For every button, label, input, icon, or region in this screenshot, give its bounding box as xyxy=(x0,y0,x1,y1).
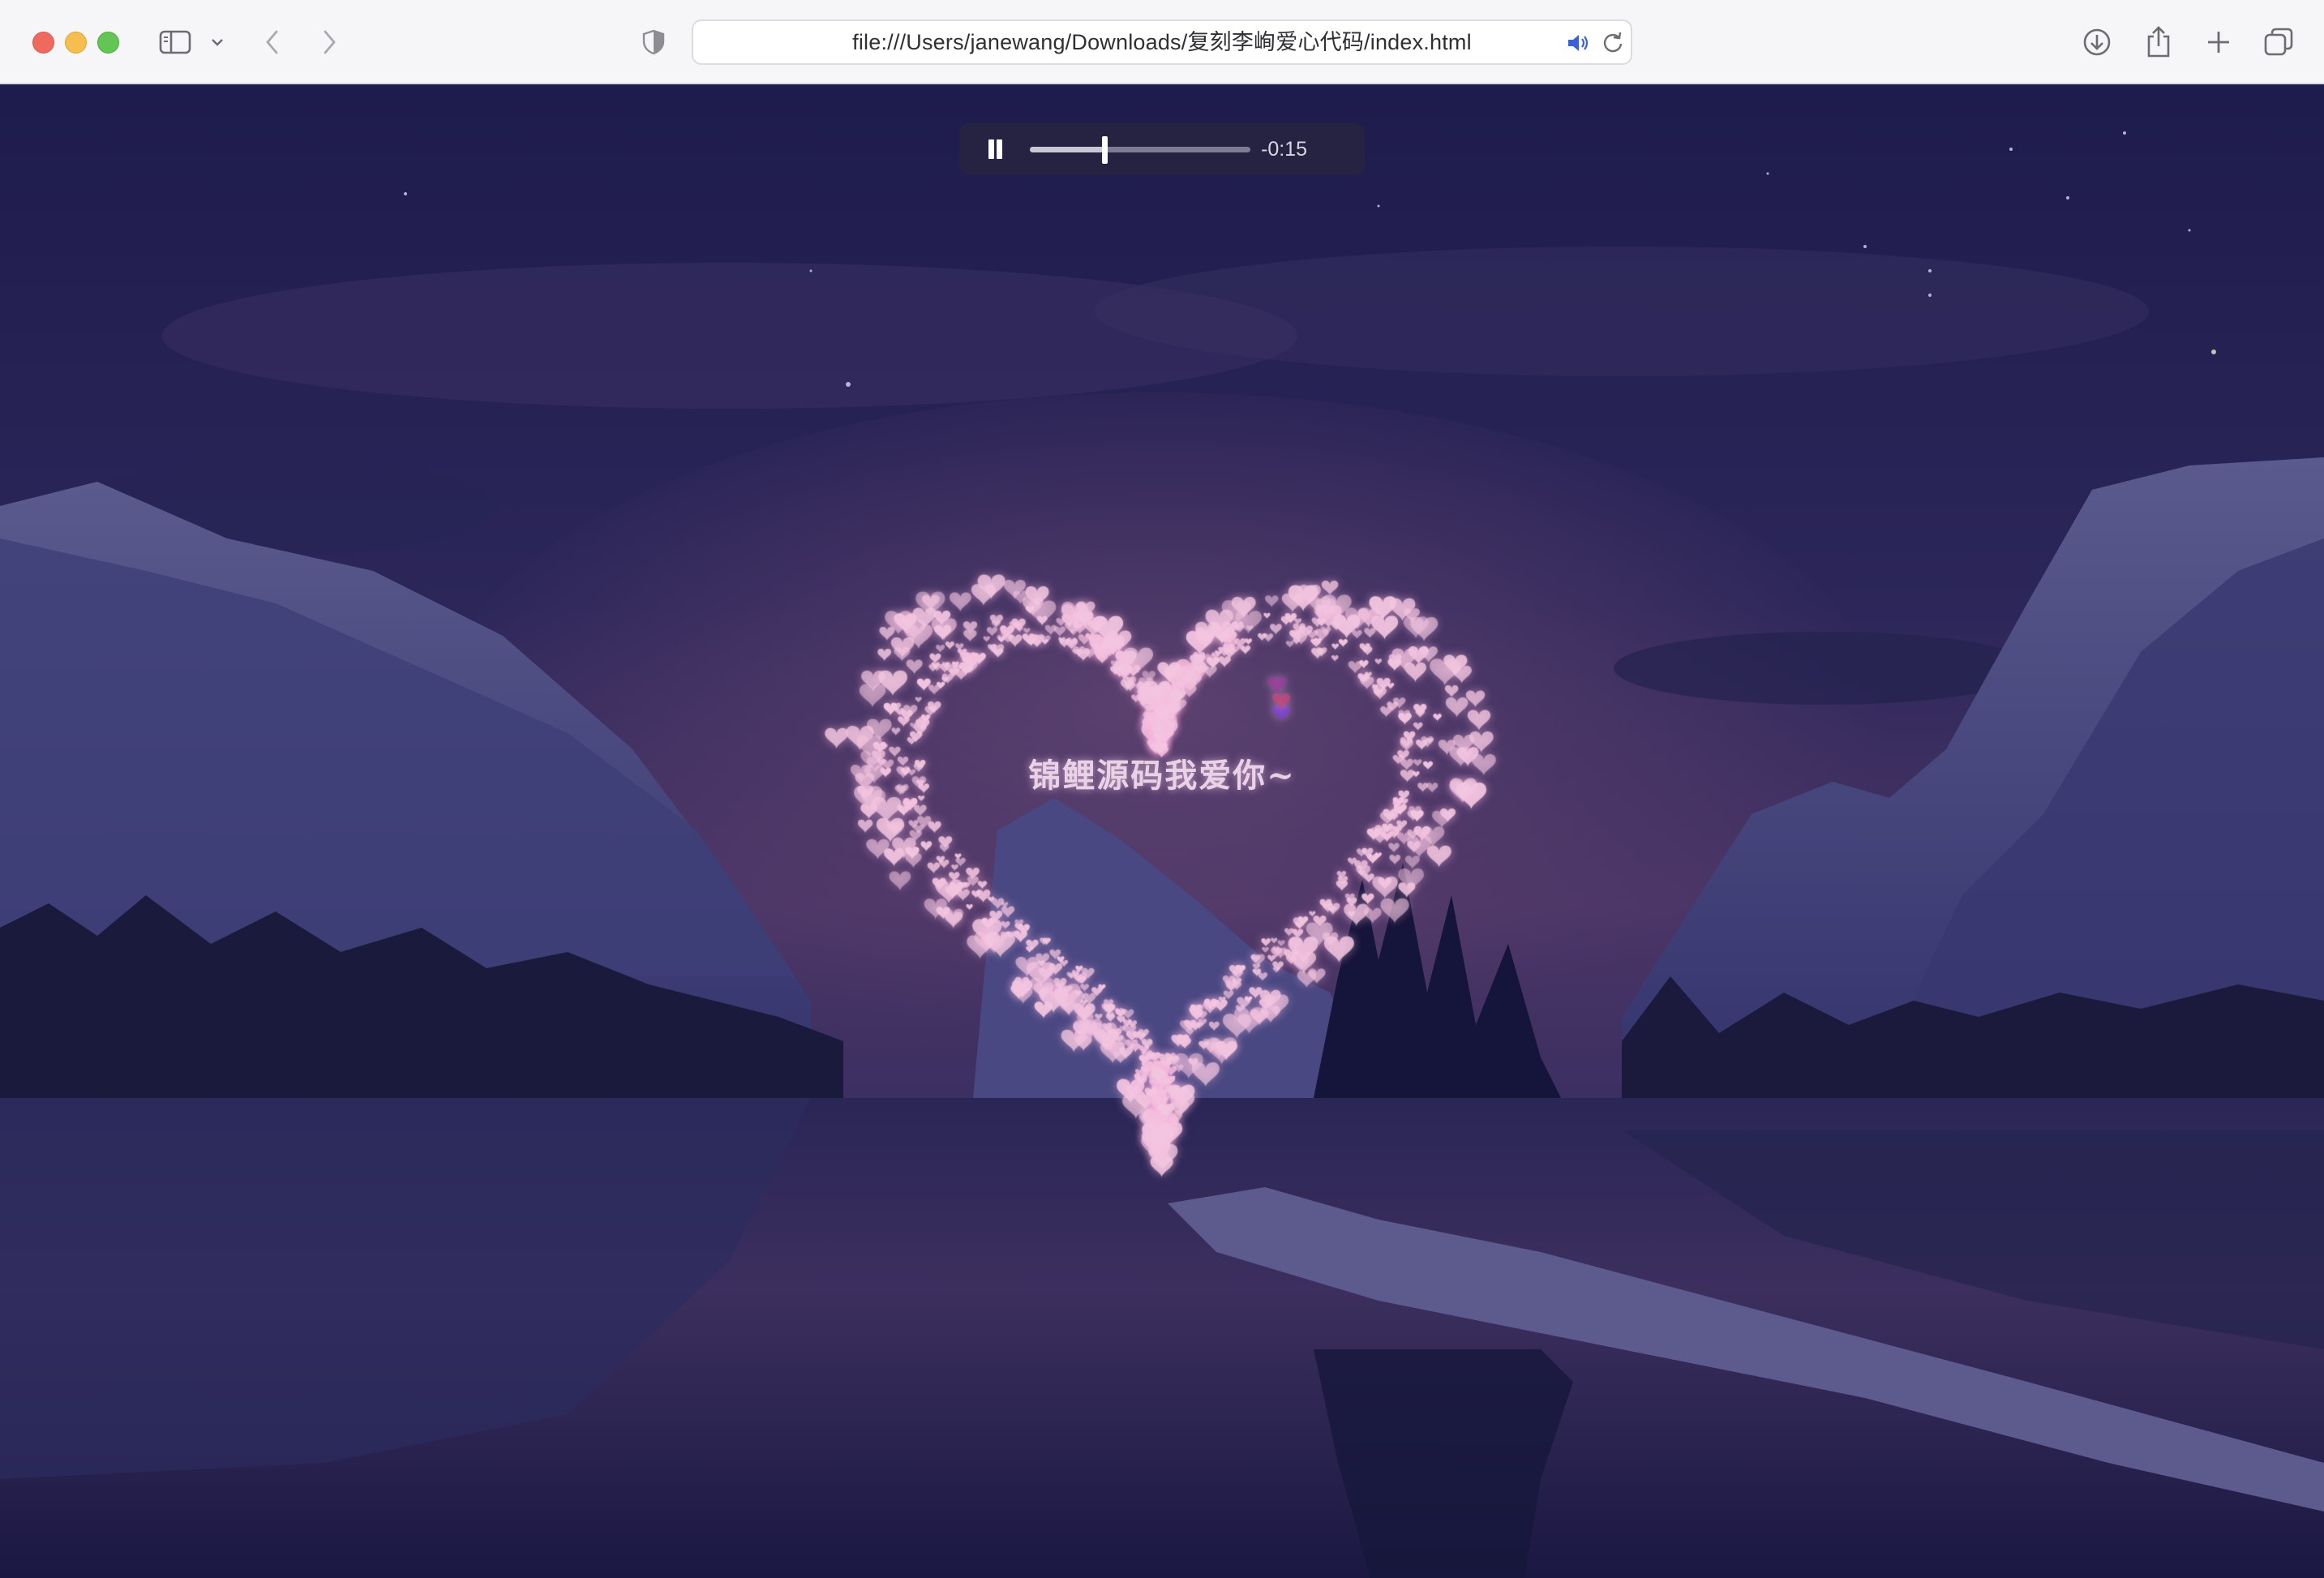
shield-icon xyxy=(642,29,665,55)
download-icon xyxy=(2083,28,2111,56)
progress-slider[interactable] xyxy=(1030,136,1250,164)
sidebar-menu-button[interactable] xyxy=(208,19,227,65)
sidebar-icon xyxy=(159,30,191,54)
zoom-window-button[interactable] xyxy=(97,32,119,54)
forward-icon xyxy=(324,30,336,54)
love-message: 锦鲤源码我爱你~ xyxy=(1028,757,1296,795)
tab-overview-button[interactable] xyxy=(2261,19,2296,65)
progress-fill xyxy=(1030,147,1105,152)
reload-icon[interactable] xyxy=(1602,31,1624,55)
pause-icon xyxy=(988,139,994,159)
sidebar-toggle-button[interactable] xyxy=(156,19,195,65)
speaker-icon[interactable] xyxy=(1566,31,1592,55)
chevron-down-icon xyxy=(212,39,223,46)
privacy-report-button[interactable] xyxy=(637,19,670,65)
close-window-button[interactable] xyxy=(32,32,54,54)
browser-toolbar: file:///Users/janewang/Downloads/复刻李峋爱心代… xyxy=(0,0,2324,84)
progress-thumb[interactable] xyxy=(1102,136,1108,164)
downloads-button[interactable] xyxy=(2079,19,2115,65)
plus-icon xyxy=(2208,32,2229,53)
share-button[interactable] xyxy=(2141,19,2176,65)
address-bar[interactable]: file:///Users/janewang/Downloads/复刻李峋爱心代… xyxy=(692,19,1632,65)
forward-button[interactable] xyxy=(315,19,344,65)
time-remaining: -0:15 xyxy=(1261,138,1307,161)
tabs-icon xyxy=(2264,28,2293,56)
minimize-window-button[interactable] xyxy=(65,32,87,54)
back-button[interactable] xyxy=(258,19,287,65)
back-icon xyxy=(266,30,278,54)
url-text[interactable]: file:///Users/janewang/Downloads/复刻李峋爱心代… xyxy=(693,21,1631,63)
pause-icon-bar xyxy=(997,139,1002,159)
audio-player: -0:15 xyxy=(959,123,1365,175)
pause-button[interactable] xyxy=(982,136,1008,162)
page-viewport: -0:15 锦鲤源码我爱你~ xyxy=(0,84,2324,1578)
share-icon xyxy=(2147,26,2170,58)
particle-heart-animation xyxy=(730,441,1589,1301)
new-tab-button[interactable] xyxy=(2201,19,2236,65)
